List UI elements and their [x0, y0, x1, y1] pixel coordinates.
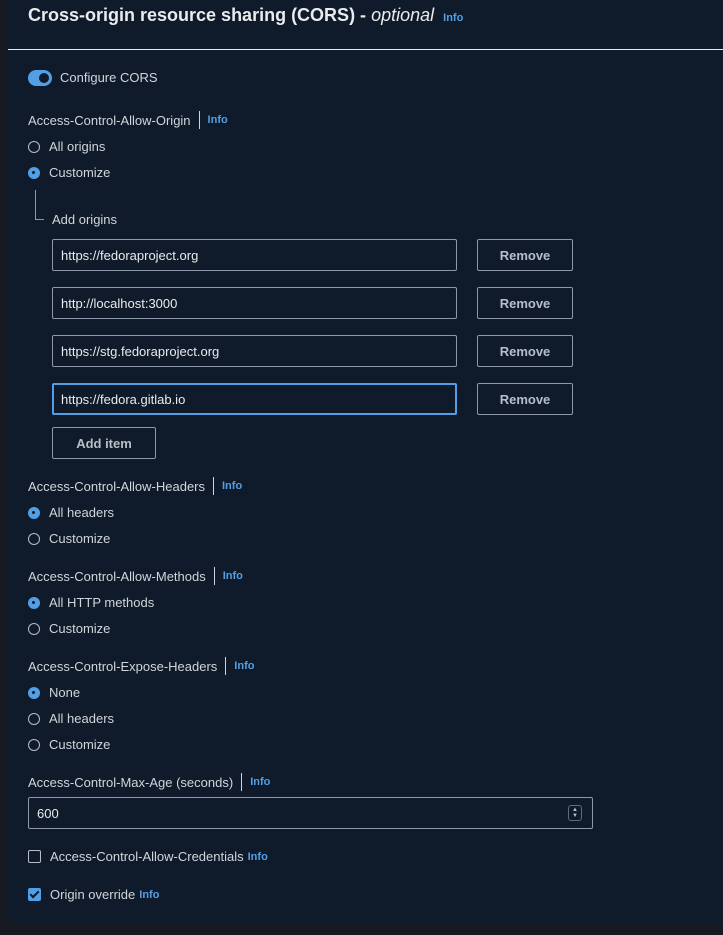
allow-methods-label: Access-Control-Allow-Methods — [28, 568, 206, 584]
allow-credentials-checkbox-row[interactable]: Access-Control-Allow-Credentials Info — [28, 849, 268, 864]
allow-credentials-info-link[interactable]: Info — [248, 851, 268, 863]
radio-circle-selected[interactable] — [28, 166, 40, 179]
max-age-input[interactable]: 600 ▲ ▼ — [28, 797, 593, 829]
allow-credentials-checkbox[interactable] — [28, 850, 41, 863]
radio-label: Customize — [49, 621, 111, 636]
origin-input-2[interactable]: http://localhost:3000 — [52, 287, 457, 319]
add-origins-label: Add origins — [52, 212, 117, 227]
radio-customize-methods[interactable]: Customize — [28, 621, 110, 636]
radio-label: None — [49, 685, 81, 700]
radio-expose-none[interactable]: None — [28, 685, 80, 700]
radio-circle-selected[interactable] — [28, 686, 40, 699]
radio-circle[interactable] — [28, 532, 40, 545]
radio-circle-selected[interactable] — [28, 506, 40, 519]
allow-origin-heading: Access-Control-Allow-Origin Info — [28, 111, 228, 129]
radio-circle[interactable] — [28, 140, 40, 153]
origin-input-3[interactable]: https://stg.fedoraproject.org — [52, 335, 457, 367]
radio-circle[interactable] — [28, 712, 40, 725]
radio-label: Customize — [49, 165, 111, 180]
allow-headers-heading: Access-Control-Allow-Headers Info — [28, 477, 242, 495]
radio-circle-selected[interactable] — [28, 596, 40, 609]
expose-headers-label: Access-Control-Expose-Headers — [28, 658, 218, 674]
configure-cors-toggle[interactable] — [28, 70, 52, 86]
radio-label: Customize — [49, 531, 111, 546]
origin-override-checkbox-row[interactable]: Origin override Info — [28, 887, 159, 902]
origin-override-info-link[interactable]: Info — [139, 889, 159, 901]
tree-connector-horizontal — [35, 219, 44, 220]
origin-override-checkbox[interactable] — [28, 888, 41, 901]
radio-customize-headers[interactable]: Customize — [28, 531, 110, 546]
allow-credentials-label: Access-Control-Allow-Credentials — [50, 849, 244, 864]
remove-button-1[interactable]: Remove — [477, 239, 573, 271]
radio-expose-all-headers[interactable]: All headers — [28, 711, 114, 726]
optional-label: optional — [371, 5, 435, 25]
radio-expose-customize[interactable]: Customize — [28, 737, 110, 752]
number-stepper[interactable]: ▲ ▼ — [568, 805, 582, 821]
radio-label: All origins — [49, 139, 106, 154]
configure-cors-label: Configure CORS — [60, 70, 158, 85]
allow-methods-heading: Access-Control-Allow-Methods Info — [28, 567, 243, 585]
configure-cors-text: Configure CORS — [60, 70, 158, 85]
radio-circle[interactable] — [28, 738, 40, 751]
section-title: Cross-origin resource sharing (CORS) - o… — [28, 5, 463, 26]
radio-label: Customize — [49, 737, 111, 752]
add-item-button[interactable]: Add item — [52, 427, 156, 459]
title-info-link[interactable]: Info — [443, 12, 463, 24]
origin-input-4[interactable]: https://fedora.gitlab.io — [52, 383, 457, 415]
origin-input-1[interactable]: https://fedoraproject.org — [52, 239, 457, 271]
stepper-down-icon[interactable]: ▼ — [572, 813, 578, 819]
header-divider — [8, 49, 723, 50]
remove-button-3[interactable]: Remove — [477, 335, 573, 367]
allow-headers-label: Access-Control-Allow-Headers — [28, 478, 205, 494]
label-separator — [213, 567, 215, 585]
max-age-info-link[interactable]: Info — [250, 776, 270, 788]
max-age-value: 600 — [37, 805, 59, 821]
label-separator — [198, 111, 200, 129]
radio-circle[interactable] — [28, 622, 40, 635]
add-origins-text: Add origins — [52, 212, 118, 227]
radio-customize-origins[interactable]: Customize — [28, 165, 110, 180]
tree-connector-vertical — [35, 190, 36, 220]
allow-methods-info-link[interactable]: Info — [223, 570, 243, 582]
radio-label: All HTTP methods — [49, 595, 155, 610]
max-age-heading: Access-Control-Max-Age (seconds) Info — [28, 773, 270, 791]
expose-headers-info-link[interactable]: Info — [234, 660, 254, 672]
radio-all-methods[interactable]: All HTTP methods — [28, 595, 154, 610]
expose-headers-heading: Access-Control-Expose-Headers Info — [28, 657, 254, 675]
radio-all-headers[interactable]: All headers — [28, 505, 114, 520]
allow-headers-info-link[interactable]: Info — [222, 480, 242, 492]
remove-button-2[interactable]: Remove — [477, 287, 573, 319]
allow-origin-info-link[interactable]: Info — [208, 114, 228, 126]
remove-button-4[interactable]: Remove — [477, 383, 573, 415]
origin-override-label: Origin override — [50, 887, 136, 902]
label-separator — [213, 477, 214, 495]
label-separator — [241, 773, 243, 791]
radio-label: All headers — [49, 711, 115, 726]
allow-origin-label: Access-Control-Allow-Origin — [28, 112, 191, 128]
section-title-text: Cross-origin resource sharing (CORS) - — [28, 5, 367, 25]
radio-label: All headers — [49, 505, 115, 520]
radio-all-origins[interactable]: All origins — [28, 139, 105, 154]
label-separator — [225, 657, 227, 675]
max-age-label: Access-Control-Max-Age (seconds) — [28, 774, 234, 790]
